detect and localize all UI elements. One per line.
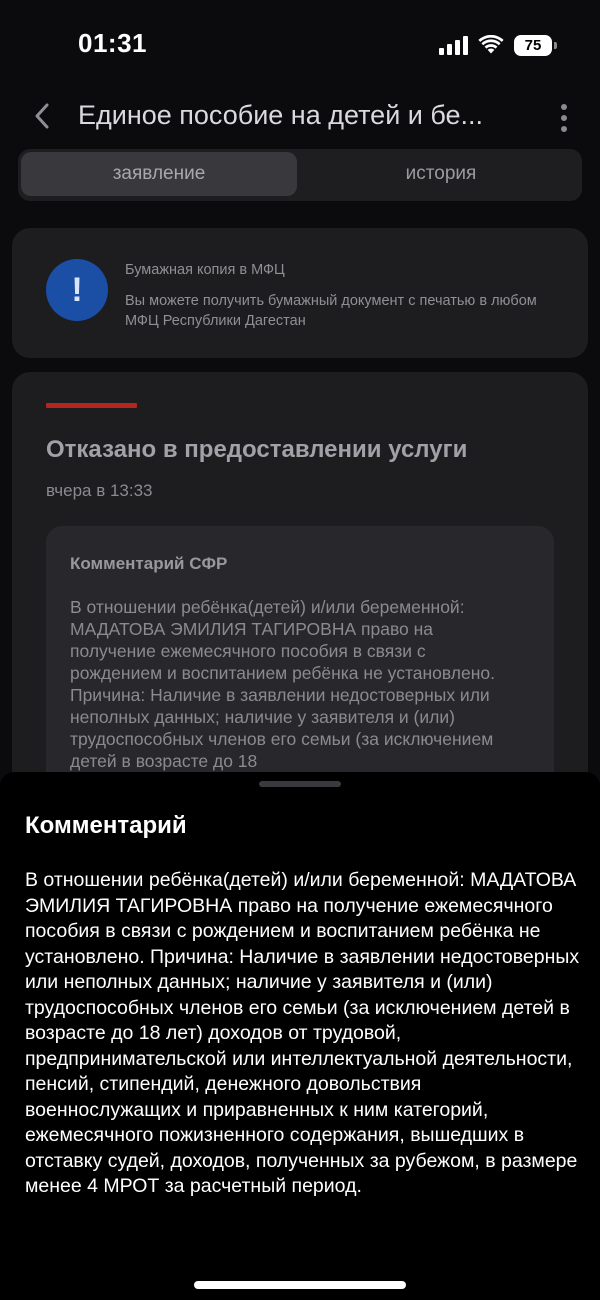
sheet-comment-text: В отношении ребёнка(детей) и/или беремен… [25,869,580,1197]
sheet-title: Комментарий [25,812,187,839]
screen: 01:31 75 Единое пособие на детей и бе... [0,0,600,1300]
more-options-button[interactable] [554,98,574,138]
tab-application[interactable]: заявление [21,152,297,196]
sheet-drag-handle[interactable] [259,781,341,787]
status-title: Отказано в предоставлении услуги [46,436,468,463]
page-title: Единое пособие на детей и бе... [78,100,484,130]
chevron-left-icon [35,103,49,129]
nav-header: Единое пособие на детей и бе... [0,90,600,144]
status-accent-bar [46,403,137,408]
segmented-tabs: заявление история [18,149,582,201]
status-time: 01:31 [78,28,147,58]
battery-icon: 75 [514,34,557,56]
exclamation-icon: ! [46,259,108,321]
info-card-text: Вы можете получить бумажный документ с п… [125,293,537,329]
status-indicators: 75 [439,33,557,57]
info-card-title: Бумажная копия в МФЦ [125,262,285,278]
comment-bottom-sheet: Комментарий В отношении ребёнка(детей) и… [0,772,600,1300]
back-button[interactable] [22,94,62,138]
home-indicator[interactable] [194,1281,406,1289]
cellular-signal-icon [439,35,468,55]
more-dot-icon [561,115,567,121]
more-dot-icon [561,126,567,132]
wifi-icon [478,35,504,54]
more-dot-icon [561,104,567,110]
tab-history[interactable]: история [303,152,579,196]
sfr-comment-title: Комментарий СФР [70,554,228,573]
status-bar: 01:31 75 [0,0,600,90]
application-status-card: Отказано в предоставлении услуги вчера в… [12,372,588,846]
paper-copy-info-card: ! Бумажная копия в МФЦ Вы можете получит… [12,228,588,358]
sfr-comment-text: В отношении ребёнка(детей) и/или беремен… [70,597,496,771]
status-timestamp: вчера в 13:33 [46,481,153,500]
